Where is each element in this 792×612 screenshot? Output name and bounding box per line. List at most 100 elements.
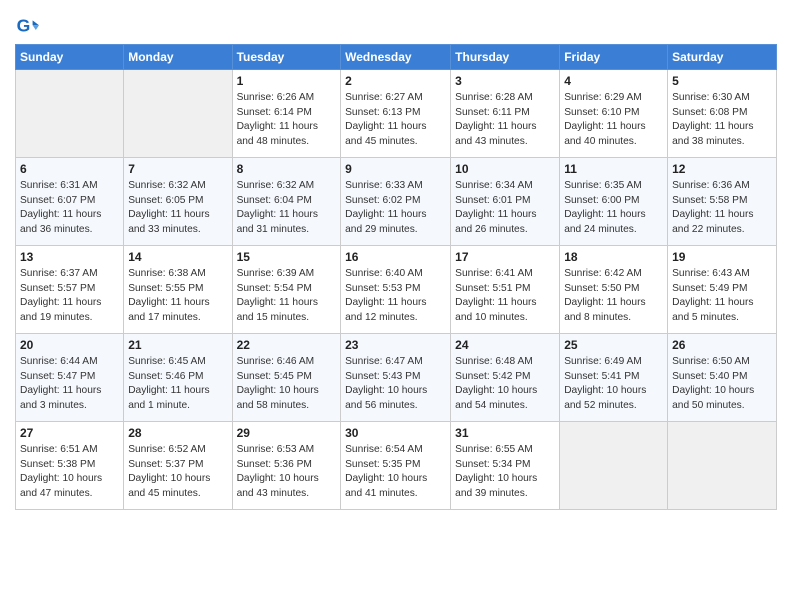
day-info: Sunrise: 6:47 AM Sunset: 5:43 PM Dayligh… [345, 355, 446, 414]
day-info: Sunrise: 6:55 AM Sunset: 5:34 PM Dayligh… [455, 443, 555, 502]
day-number: 7 [128, 161, 227, 178]
day-number: 22 [237, 337, 337, 354]
day-cell: 25Sunrise: 6:49 AM Sunset: 5:41 PM Dayli… [560, 334, 668, 422]
weekday-header-friday: Friday [560, 45, 668, 70]
day-info: Sunrise: 6:31 AM Sunset: 6:07 PM Dayligh… [20, 179, 119, 238]
day-cell: 26Sunrise: 6:50 AM Sunset: 5:40 PM Dayli… [668, 334, 777, 422]
day-info: Sunrise: 6:32 AM Sunset: 6:05 PM Dayligh… [128, 179, 227, 238]
day-number: 20 [20, 337, 119, 354]
week-row-3: 13Sunrise: 6:37 AM Sunset: 5:57 PM Dayli… [16, 246, 777, 334]
day-cell: 6Sunrise: 6:31 AM Sunset: 6:07 PM Daylig… [16, 158, 124, 246]
day-cell: 16Sunrise: 6:40 AM Sunset: 5:53 PM Dayli… [341, 246, 451, 334]
day-number: 8 [237, 161, 337, 178]
day-number: 26 [672, 337, 772, 354]
day-number: 14 [128, 249, 227, 266]
day-info: Sunrise: 6:41 AM Sunset: 5:51 PM Dayligh… [455, 267, 555, 326]
day-number: 3 [455, 73, 555, 90]
day-cell: 9Sunrise: 6:33 AM Sunset: 6:02 PM Daylig… [341, 158, 451, 246]
day-cell: 20Sunrise: 6:44 AM Sunset: 5:47 PM Dayli… [16, 334, 124, 422]
day-info: Sunrise: 6:29 AM Sunset: 6:10 PM Dayligh… [564, 91, 663, 150]
day-cell: 12Sunrise: 6:36 AM Sunset: 5:58 PM Dayli… [668, 158, 777, 246]
day-cell: 1Sunrise: 6:26 AM Sunset: 6:14 PM Daylig… [232, 70, 341, 158]
day-info: Sunrise: 6:48 AM Sunset: 5:42 PM Dayligh… [455, 355, 555, 414]
svg-text:G: G [17, 16, 31, 36]
day-info: Sunrise: 6:28 AM Sunset: 6:11 PM Dayligh… [455, 91, 555, 150]
day-number: 12 [672, 161, 772, 178]
day-info: Sunrise: 6:27 AM Sunset: 6:13 PM Dayligh… [345, 91, 446, 150]
day-number: 15 [237, 249, 337, 266]
day-number: 17 [455, 249, 555, 266]
day-cell [560, 422, 668, 510]
day-cell: 7Sunrise: 6:32 AM Sunset: 6:05 PM Daylig… [124, 158, 232, 246]
day-number: 28 [128, 425, 227, 442]
weekday-row: SundayMondayTuesdayWednesdayThursdayFrid… [16, 45, 777, 70]
day-cell: 13Sunrise: 6:37 AM Sunset: 5:57 PM Dayli… [16, 246, 124, 334]
day-cell: 14Sunrise: 6:38 AM Sunset: 5:55 PM Dayli… [124, 246, 232, 334]
day-cell: 31Sunrise: 6:55 AM Sunset: 5:34 PM Dayli… [451, 422, 560, 510]
day-number: 18 [564, 249, 663, 266]
day-number: 19 [672, 249, 772, 266]
day-info: Sunrise: 6:52 AM Sunset: 5:37 PM Dayligh… [128, 443, 227, 502]
day-info: Sunrise: 6:43 AM Sunset: 5:49 PM Dayligh… [672, 267, 772, 326]
day-info: Sunrise: 6:32 AM Sunset: 6:04 PM Dayligh… [237, 179, 337, 238]
day-cell: 19Sunrise: 6:43 AM Sunset: 5:49 PM Dayli… [668, 246, 777, 334]
calendar: SundayMondayTuesdayWednesdayThursdayFrid… [15, 44, 777, 510]
day-info: Sunrise: 6:36 AM Sunset: 5:58 PM Dayligh… [672, 179, 772, 238]
day-info: Sunrise: 6:40 AM Sunset: 5:53 PM Dayligh… [345, 267, 446, 326]
day-info: Sunrise: 6:50 AM Sunset: 5:40 PM Dayligh… [672, 355, 772, 414]
day-info: Sunrise: 6:54 AM Sunset: 5:35 PM Dayligh… [345, 443, 446, 502]
day-cell: 27Sunrise: 6:51 AM Sunset: 5:38 PM Dayli… [16, 422, 124, 510]
day-number: 24 [455, 337, 555, 354]
day-cell [16, 70, 124, 158]
day-cell: 11Sunrise: 6:35 AM Sunset: 6:00 PM Dayli… [560, 158, 668, 246]
day-number: 29 [237, 425, 337, 442]
day-cell: 22Sunrise: 6:46 AM Sunset: 5:45 PM Dayli… [232, 334, 341, 422]
header: G [15, 10, 777, 38]
calendar-body: 1Sunrise: 6:26 AM Sunset: 6:14 PM Daylig… [16, 70, 777, 510]
calendar-header: SundayMondayTuesdayWednesdayThursdayFrid… [16, 45, 777, 70]
day-info: Sunrise: 6:53 AM Sunset: 5:36 PM Dayligh… [237, 443, 337, 502]
weekday-header-thursday: Thursday [451, 45, 560, 70]
day-info: Sunrise: 6:39 AM Sunset: 5:54 PM Dayligh… [237, 267, 337, 326]
day-cell [124, 70, 232, 158]
week-row-1: 1Sunrise: 6:26 AM Sunset: 6:14 PM Daylig… [16, 70, 777, 158]
day-number: 25 [564, 337, 663, 354]
day-number: 30 [345, 425, 446, 442]
day-cell: 28Sunrise: 6:52 AM Sunset: 5:37 PM Dayli… [124, 422, 232, 510]
day-info: Sunrise: 6:30 AM Sunset: 6:08 PM Dayligh… [672, 91, 772, 150]
day-info: Sunrise: 6:37 AM Sunset: 5:57 PM Dayligh… [20, 267, 119, 326]
day-number: 23 [345, 337, 446, 354]
day-number: 9 [345, 161, 446, 178]
day-cell: 23Sunrise: 6:47 AM Sunset: 5:43 PM Dayli… [341, 334, 451, 422]
day-info: Sunrise: 6:45 AM Sunset: 5:46 PM Dayligh… [128, 355, 227, 414]
day-info: Sunrise: 6:46 AM Sunset: 5:45 PM Dayligh… [237, 355, 337, 414]
week-row-4: 20Sunrise: 6:44 AM Sunset: 5:47 PM Dayli… [16, 334, 777, 422]
weekday-header-wednesday: Wednesday [341, 45, 451, 70]
weekday-header-monday: Monday [124, 45, 232, 70]
day-cell: 4Sunrise: 6:29 AM Sunset: 6:10 PM Daylig… [560, 70, 668, 158]
day-number: 6 [20, 161, 119, 178]
day-cell: 21Sunrise: 6:45 AM Sunset: 5:46 PM Dayli… [124, 334, 232, 422]
day-cell: 24Sunrise: 6:48 AM Sunset: 5:42 PM Dayli… [451, 334, 560, 422]
day-info: Sunrise: 6:35 AM Sunset: 6:00 PM Dayligh… [564, 179, 663, 238]
week-row-2: 6Sunrise: 6:31 AM Sunset: 6:07 PM Daylig… [16, 158, 777, 246]
weekday-header-saturday: Saturday [668, 45, 777, 70]
weekday-header-sunday: Sunday [16, 45, 124, 70]
day-cell: 15Sunrise: 6:39 AM Sunset: 5:54 PM Dayli… [232, 246, 341, 334]
day-info: Sunrise: 6:33 AM Sunset: 6:02 PM Dayligh… [345, 179, 446, 238]
day-number: 21 [128, 337, 227, 354]
day-cell: 2Sunrise: 6:27 AM Sunset: 6:13 PM Daylig… [341, 70, 451, 158]
page: G SundayMondayTuesdayWednesdayThursdayFr… [0, 0, 792, 612]
day-number: 1 [237, 73, 337, 90]
logo: G [15, 14, 43, 38]
day-number: 13 [20, 249, 119, 266]
day-info: Sunrise: 6:42 AM Sunset: 5:50 PM Dayligh… [564, 267, 663, 326]
week-row-5: 27Sunrise: 6:51 AM Sunset: 5:38 PM Dayli… [16, 422, 777, 510]
day-cell: 3Sunrise: 6:28 AM Sunset: 6:11 PM Daylig… [451, 70, 560, 158]
day-cell: 17Sunrise: 6:41 AM Sunset: 5:51 PM Dayli… [451, 246, 560, 334]
day-cell: 30Sunrise: 6:54 AM Sunset: 5:35 PM Dayli… [341, 422, 451, 510]
day-number: 27 [20, 425, 119, 442]
day-number: 31 [455, 425, 555, 442]
day-number: 4 [564, 73, 663, 90]
day-info: Sunrise: 6:34 AM Sunset: 6:01 PM Dayligh… [455, 179, 555, 238]
